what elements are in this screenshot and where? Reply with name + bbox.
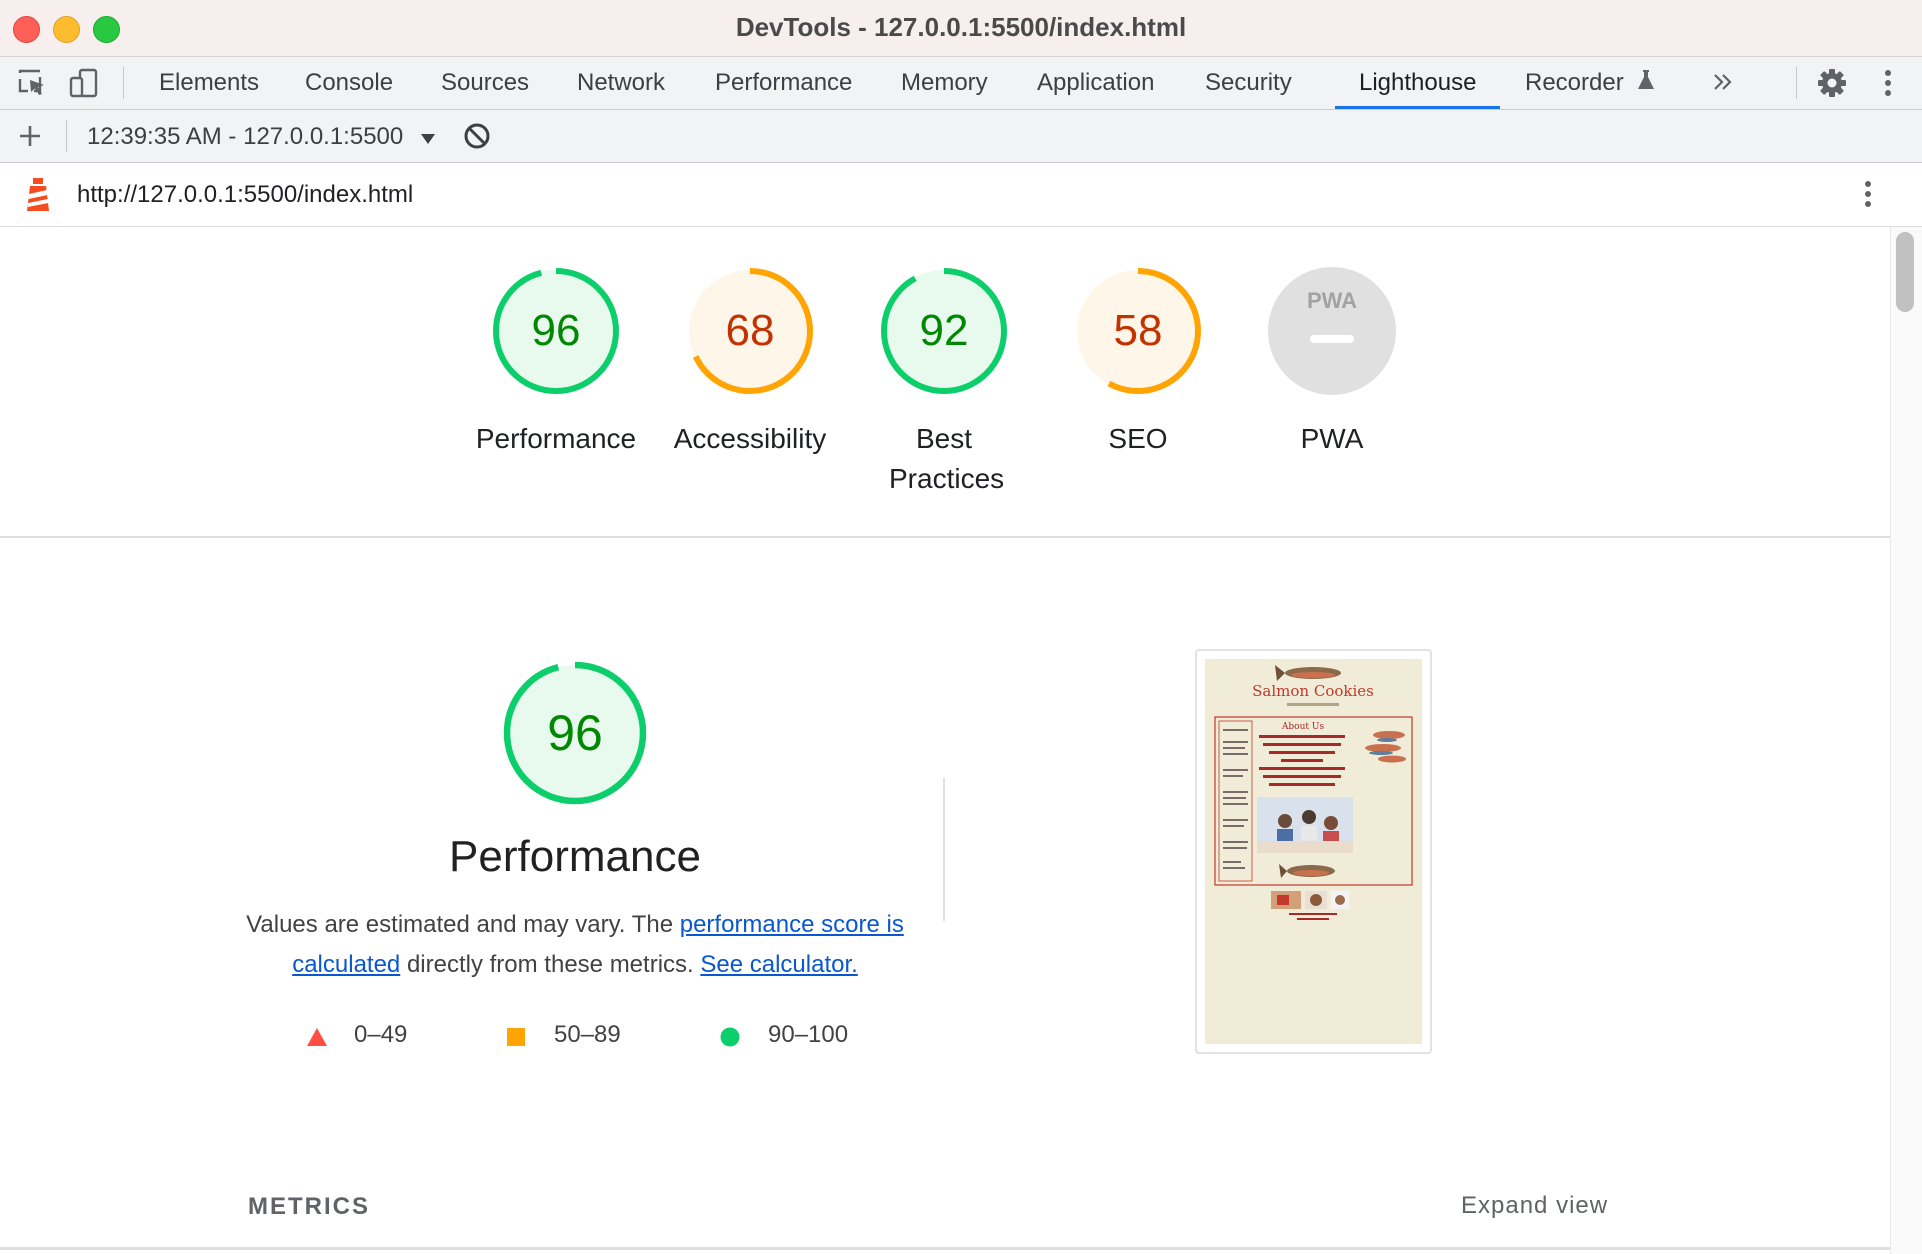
inspect-element-icon[interactable]: [16, 67, 48, 99]
gauge-performance-ring: 96: [493, 268, 619, 394]
device-toolbar-icon[interactable]: [68, 67, 100, 99]
legend-fail-range: 0–49: [354, 1021, 408, 1048]
scrollbar-thumb[interactable]: [1896, 232, 1914, 312]
report-menu-kebab-icon[interactable]: [1852, 178, 1884, 215]
gauge-pwa-label: PWA: [1300, 423, 1364, 454]
report-select-label: 12:39:35 AM - 127.0.0.1:5500: [87, 123, 404, 150]
tab-memory[interactable]: Memory: [877, 57, 1012, 109]
average-square-icon: [506, 1025, 526, 1055]
report-url[interactable]: http://127.0.0.1:5500/index.html: [77, 181, 413, 209]
see-calculator-link[interactable]: See calculator.: [700, 951, 857, 978]
clear-reports-block-icon[interactable]: [462, 121, 494, 153]
gauge-performance[interactable]: 96 Performance: [466, 265, 646, 459]
gauge-seo[interactable]: 58 SEO: [1048, 265, 1228, 459]
report-url-bar: http://127.0.0.1:5500/index.html: [0, 163, 1922, 227]
lighthouse-logo-icon: [24, 177, 52, 218]
performance-large-gauge: 96: [503, 661, 647, 805]
tab-performance[interactable]: Performance: [691, 57, 876, 109]
customize-menu-kebab-icon[interactable]: [1872, 67, 1904, 99]
gauge-performance-label: Performance: [475, 423, 637, 454]
legend-average-range: 50–89: [554, 1021, 621, 1048]
session-divider: [66, 120, 67, 152]
pwa-badge-icon: PWA: [1268, 267, 1396, 395]
new-report-plus-icon[interactable]: [14, 120, 46, 152]
tab-application[interactable]: Application: [1013, 57, 1178, 109]
performance-divider: [943, 778, 945, 921]
page-screenshot-thumbnail[interactable]: Salmon Cookies About Us: [1195, 649, 1432, 1054]
performance-heading: Performance: [449, 832, 701, 881]
tab-lighthouse[interactable]: Lighthouse: [1335, 57, 1501, 109]
gauge-accessibility[interactable]: 68 Accessibility: [660, 265, 840, 459]
settings-gear-icon[interactable]: [1816, 67, 1848, 99]
scores-divider: [0, 536, 1890, 538]
window-title: DevTools - 127.0.0.1:5500/index.html: [735, 12, 1187, 42]
gauge-best-practices-ring: 92: [881, 268, 1007, 394]
devtools-tab-bar: Elements Console Sources Network Perform…: [0, 57, 1922, 110]
performance-desc-prefix: Values are estimated and may vary. The: [246, 911, 674, 938]
dropdown-arrow-icon: [420, 124, 436, 152]
thumbnail-heading: About Us: [1281, 722, 1325, 732]
report-select[interactable]: 12:39:35 AM - 127.0.0.1:5500: [87, 123, 436, 152]
toolbar-divider-right: [1796, 67, 1797, 99]
tab-elements[interactable]: Elements: [135, 57, 283, 109]
title-bar: DevTools - 127.0.0.1:5500/index.html: [0, 0, 1922, 57]
tab-recorder[interactable]: Recorder: [1501, 57, 1656, 109]
tab-console[interactable]: Console: [281, 57, 417, 109]
gauge-accessibility-value: 68: [726, 306, 775, 355]
tab-security[interactable]: Security: [1181, 57, 1316, 109]
scrollbar-track[interactable]: [1890, 227, 1922, 1254]
metrics-divider: [0, 1247, 1890, 1250]
tab-network[interactable]: Network: [553, 57, 689, 109]
lighthouse-session-bar: 12:39:35 AM - 127.0.0.1:5500: [0, 110, 1922, 163]
gauge-performance-value: 96: [532, 306, 581, 355]
gauge-best-practices-value: 92: [920, 306, 969, 355]
gauge-accessibility-label: Accessibility: [673, 423, 827, 454]
gauge-seo-label: SEO: [1108, 423, 1168, 454]
fail-triangle-icon: [306, 1025, 328, 1055]
expand-view-button[interactable]: Expand view: [1461, 1192, 1608, 1220]
performance-large-score: 96: [547, 705, 603, 761]
performance-description: Values are estimated and may vary. The p…: [240, 905, 910, 985]
more-tabs-chevron-icon[interactable]: [1706, 66, 1738, 98]
legend-pass-range: 90–100: [768, 1021, 849, 1048]
toolbar-divider: [123, 67, 124, 99]
performance-desc-middle: directly from these metrics.: [406, 951, 694, 978]
gauge-accessibility-ring: 68: [687, 268, 813, 394]
experiment-flask-icon: [1636, 58, 1656, 110]
gauge-seo-value: 58: [1114, 306, 1163, 355]
thumbnail-site-title: Salmon Cookies: [1252, 682, 1374, 700]
gauge-pwa[interactable]: PWA PWA: [1242, 265, 1422, 459]
gauge-best-practices[interactable]: 92 Best Practices: [854, 265, 1034, 499]
metrics-heading: METRICS: [248, 1193, 370, 1220]
tab-sources[interactable]: Sources: [417, 57, 553, 109]
pwa-badge-text: PWA: [1307, 288, 1357, 313]
pass-circle-icon: [720, 1025, 740, 1055]
tab-recorder-label: Recorder: [1525, 69, 1624, 96]
gauge-seo-ring: 58: [1075, 268, 1201, 394]
gauge-best-practices-label: Best Practices: [889, 423, 1005, 494]
screenshot-image: Salmon Cookies About Us: [1205, 659, 1422, 1044]
